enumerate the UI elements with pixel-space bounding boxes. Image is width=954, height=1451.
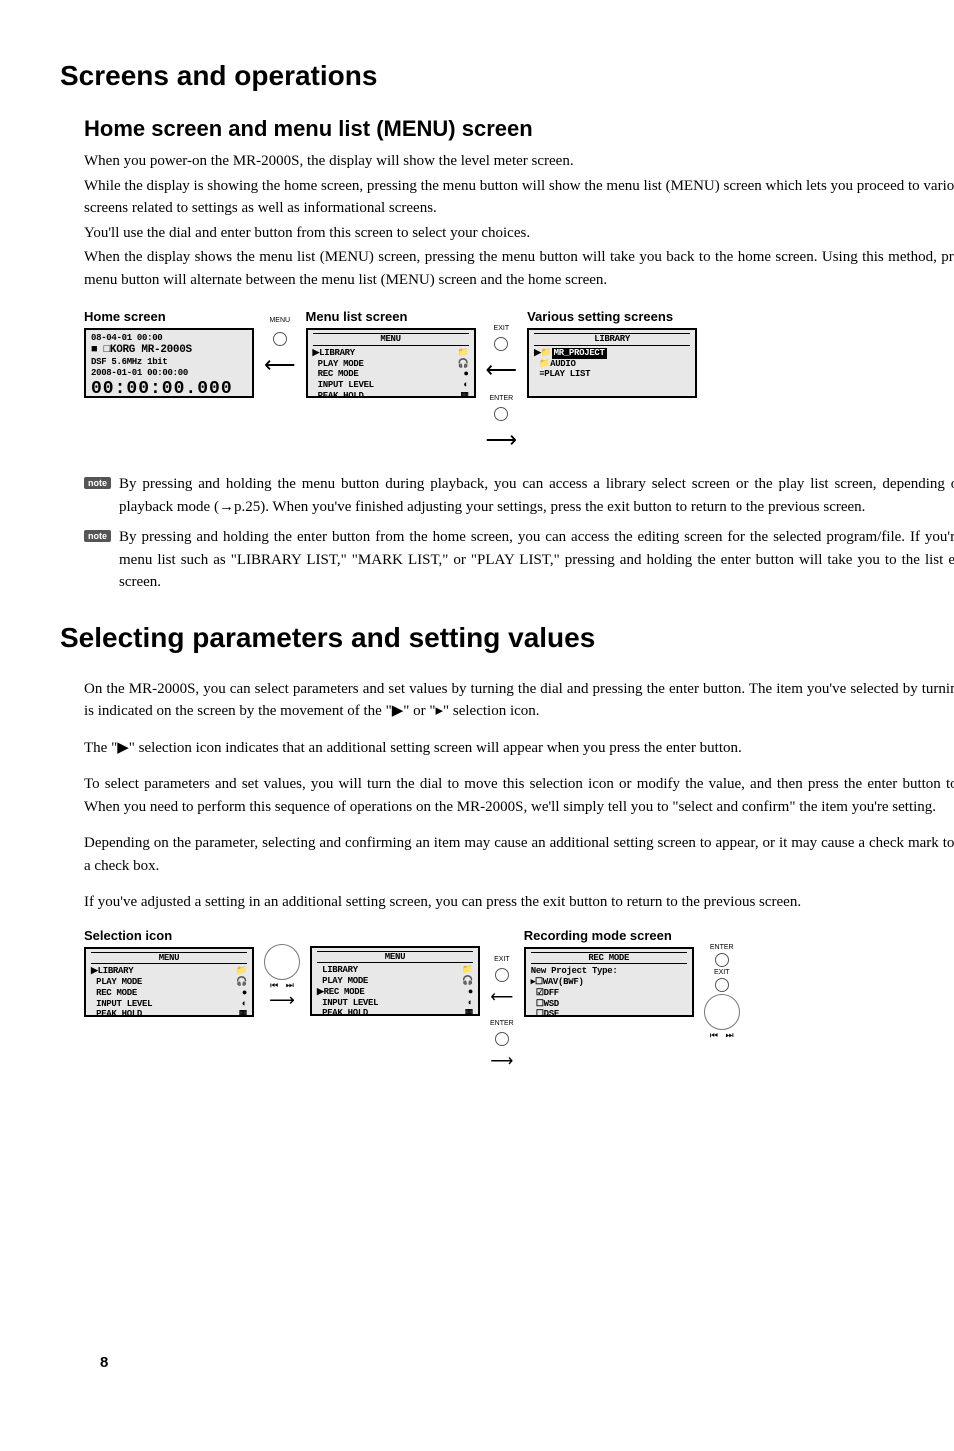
section2-p5: If you've adjusted a setting in an addit…	[84, 891, 954, 914]
exit-button-icon	[495, 968, 509, 982]
lcd-title: KORG MR-2000S	[110, 344, 192, 356]
exit-button-icon	[494, 337, 508, 351]
note-badge-icon: note	[84, 477, 111, 489]
arrow-left-icon: ⟵	[490, 990, 513, 1006]
menu-item: PLAY MODE	[96, 977, 142, 987]
section2-p2: The "▶" selection icon indicates that an…	[84, 737, 954, 760]
lcd-line2: 2008-01-01 00:00:00	[91, 368, 247, 379]
recmode-item: DFF	[544, 988, 559, 998]
dial-icon	[264, 944, 300, 980]
diagram-home-menu: Home screen 08-04-01 00:00 ■ □KORG MR-20…	[84, 309, 954, 451]
menu-item: PEAK HOLD	[322, 1008, 368, 1015]
enter-button-label: ENTER	[489, 395, 513, 402]
recmode-lcd-title: REC MODE	[531, 952, 687, 965]
menu-item: INPUT LEVEL	[96, 999, 152, 1009]
menu-item: LIBRARY	[322, 965, 358, 975]
lcd-line1: DSF 5.6MHz 1bit	[91, 357, 247, 368]
enter-button-icon	[494, 407, 508, 421]
menu-button-label: MENU	[269, 317, 290, 324]
home-screen-label: Home screen	[84, 309, 166, 324]
home-screen-lcd: 08-04-01 00:00 ■ □KORG MR-2000S DSF 5.6M…	[84, 328, 254, 398]
exit-button-icon	[715, 978, 729, 992]
menu-item: REC MODE	[318, 369, 359, 379]
recmode-item: WAV(BWF)	[543, 977, 584, 987]
dial-icon	[704, 994, 740, 1030]
section1-p2: While the display is showing the home sc…	[84, 175, 954, 220]
exit-button-label: EXIT	[494, 956, 510, 963]
library-lcd-title: LIBRARY	[534, 333, 690, 346]
arrow-left-icon: ⟵	[264, 354, 296, 376]
lcd-time: 00:00:00.000	[91, 379, 247, 398]
menu-item: INPUT LEVEL	[322, 998, 378, 1008]
menu-item: REC MODE	[96, 988, 137, 998]
section1-p4: When the display shows the menu list (ME…	[84, 246, 954, 291]
selection-icon-label: Selection icon	[84, 928, 172, 943]
enter-button-icon	[715, 953, 729, 967]
menu-lcd-title: MENU	[313, 333, 469, 346]
section1-p1: When you power-on the MR-2000S, the disp…	[84, 150, 954, 173]
recmode-item: WSD	[544, 999, 559, 1009]
note-1: note By pressing and holding the menu bu…	[84, 473, 954, 518]
page-number: 8	[100, 1354, 108, 1371]
note-1-text: By pressing and holding the menu button …	[119, 473, 954, 518]
menu-item: PEAK HOLD	[318, 391, 364, 398]
recmode-lcd: REC MODE New Project Type: ▸☐WAV(BWF) ☑D…	[524, 947, 694, 1017]
library-item: MR_PROJECT	[552, 348, 607, 359]
diagram-selection-icon: Selection icon MENU ▶LIBRARY📁 PLAY MODE🎧…	[84, 928, 954, 1070]
menu-item: LIBRARY	[319, 348, 355, 358]
enter-button-icon	[495, 1032, 509, 1046]
menu-item: REC MODE	[324, 987, 365, 997]
menu-lcd-a: MENU ▶LIBRARY📁 PLAY MODE🎧 REC MODE● INPU…	[84, 947, 254, 1017]
library-lcd: LIBRARY ▶📁MR_PROJECT 📁AUDIO ≡PLAY LIST	[527, 328, 697, 398]
library-item: AUDIO	[550, 359, 576, 369]
arrow-right-icon: ⟶	[486, 429, 518, 451]
menu-item: INPUT LEVEL	[318, 380, 374, 390]
heading-home-menu: Home screen and menu list (MENU) screen	[84, 116, 954, 142]
enter-button-label: ENTER	[710, 944, 734, 951]
section1-p3: You'll use the dial and enter button fro…	[84, 222, 954, 245]
menu-list-label: Menu list screen	[306, 309, 408, 324]
section2-p3: To select parameters and set values, you…	[84, 773, 954, 818]
menu-lcd-title: MENU	[317, 951, 473, 964]
menu-lcd-title: MENU	[91, 952, 247, 965]
lcd-top: 08-04-01 00:00	[91, 333, 247, 344]
heading-screens-ops: Screens and operations	[60, 60, 954, 92]
menu-item: LIBRARY	[98, 966, 134, 976]
arrow-right-icon: ⟶	[269, 991, 295, 1009]
recmode-item: DSF	[544, 1009, 559, 1016]
menu-item: PLAY MODE	[318, 359, 364, 369]
menu-item: PEAK HOLD	[96, 1009, 142, 1016]
menu-button-icon	[273, 332, 287, 346]
note-2: note By pressing and holding the enter b…	[84, 526, 954, 594]
recmode-line1: New Project Type:	[531, 966, 687, 977]
exit-button-label: EXIT	[714, 969, 730, 976]
various-settings-label: Various setting screens	[527, 309, 673, 324]
enter-button-label: ENTER	[490, 1020, 514, 1027]
library-item: PLAY LIST	[544, 369, 590, 379]
recmode-label: Recording mode screen	[524, 928, 672, 943]
section2-p1: On the MR-2000S, you can select paramete…	[84, 678, 954, 723]
section2-p4: Depending on the parameter, selecting an…	[84, 832, 954, 877]
menu-list-lcd: MENU ▶LIBRARY📁 PLAY MODE🎧 REC MODE● INPU…	[306, 328, 476, 398]
arrow-right-icon: ⟶	[490, 1054, 513, 1070]
heading-selecting-params: Selecting parameters and setting values	[60, 622, 954, 654]
note-badge-icon: note	[84, 530, 111, 542]
menu-lcd-b: MENU LIBRARY📁 PLAY MODE🎧 ▶REC MODE● INPU…	[310, 946, 480, 1016]
exit-button-label: EXIT	[494, 325, 510, 332]
note-2-text: By pressing and holding the enter button…	[119, 526, 954, 594]
menu-item: PLAY MODE	[322, 976, 368, 986]
arrow-left-icon: ⟵	[486, 359, 518, 381]
